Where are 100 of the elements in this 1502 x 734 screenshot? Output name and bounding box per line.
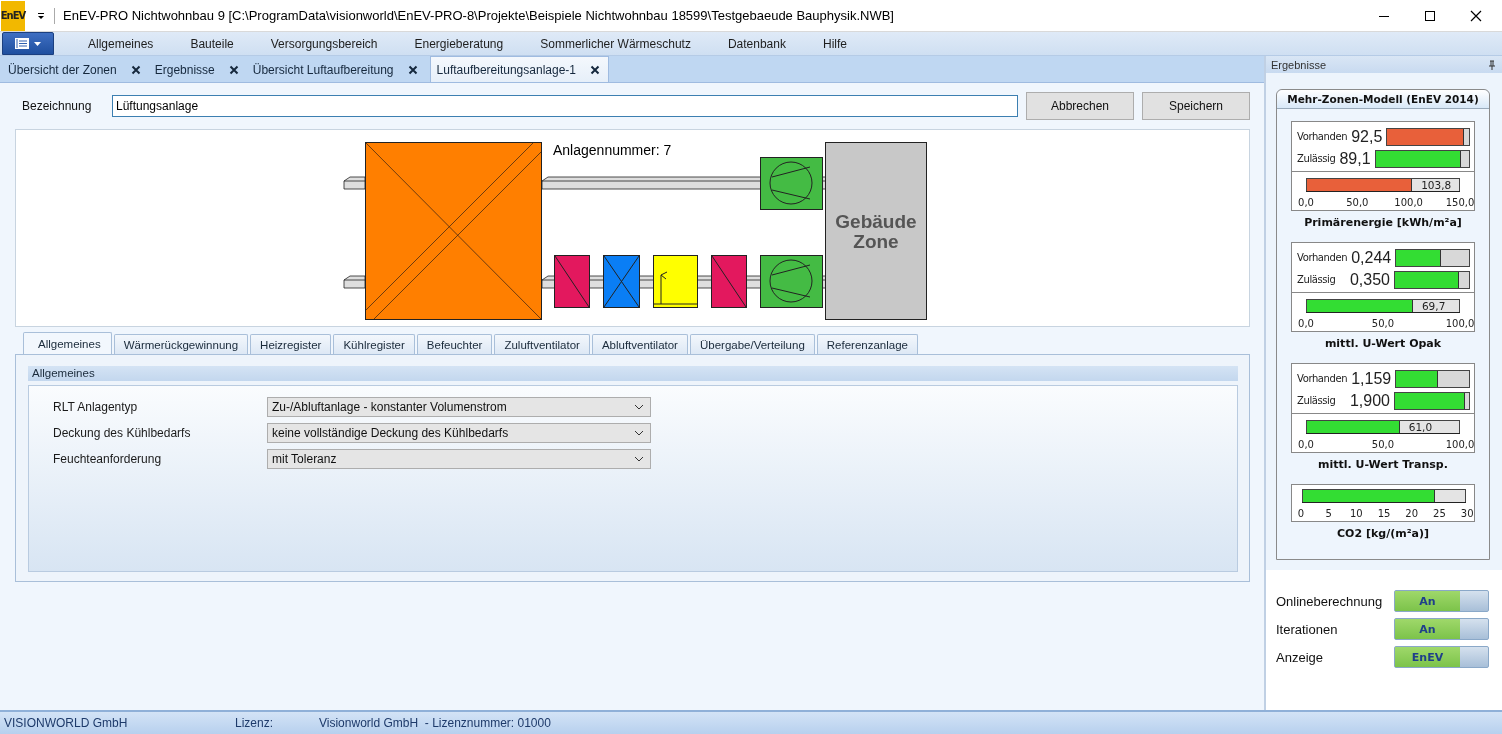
- pin-icon[interactable]: [1488, 59, 1496, 70]
- zone-label: Gebäude: [835, 211, 917, 232]
- tick-label: 50,0: [1345, 197, 1370, 208]
- detail-tab[interactable]: Abluftventilator: [591, 334, 688, 354]
- toggle-switch[interactable]: An: [1394, 590, 1489, 612]
- status-text: Visionworld GmbH - Lizenznummer: 01000: [319, 716, 551, 730]
- tick-label: 30: [1459, 508, 1475, 519]
- tick-label: 0,0: [1297, 197, 1315, 208]
- status-text: Lizenz:: [235, 716, 275, 730]
- close-icon[interactable]: [1470, 9, 1482, 22]
- dropdown-field[interactable]: keine vollständige Deckung des Kühlbedarfs: [267, 423, 651, 443]
- tick-label: 50,0: [1370, 318, 1396, 329]
- result-value: 0,244: [1350, 248, 1393, 267]
- row-label: Vorhanden: [1297, 252, 1348, 263]
- tick-label: 100,0: [1445, 439, 1475, 450]
- document-tab[interactable]: Luftaufbereitungsanlage-1: [429, 56, 609, 82]
- row-label: Zulässig: [1297, 395, 1336, 406]
- menu-item[interactable]: Allgemeines: [70, 32, 172, 55]
- maximize-icon[interactable]: [1424, 9, 1436, 22]
- detail-tab[interactable]: Kühlregister: [333, 334, 415, 354]
- detail-tab[interactable]: Allgemeines: [23, 332, 112, 354]
- row-label: Vorhanden: [1297, 373, 1348, 384]
- cooling-coil-drawing: [603, 255, 640, 308]
- fan-drawing: [760, 157, 823, 210]
- detail-tab[interactable]: Referenzanlage: [816, 334, 918, 354]
- gauge-reading: 69,7: [1420, 300, 1446, 312]
- document-tab[interactable]: Übersicht Luftaufbereitung: [246, 58, 426, 82]
- toggle-label: Anzeige: [1276, 649, 1323, 665]
- plant-number: Anlagennummer: 7: [553, 142, 672, 158]
- tick-label: 25: [1432, 508, 1447, 519]
- result-value: 89,1: [1338, 149, 1372, 168]
- result-value: 1,900: [1348, 391, 1391, 410]
- status-text: VISIONWORLD GmbH: [4, 716, 129, 730]
- tick-label: 15: [1376, 508, 1392, 519]
- row-label: Zulässig: [1297, 153, 1336, 164]
- chevron-down-icon: [634, 404, 644, 410]
- menu-item[interactable]: Sommerlicher Wärmeschutz: [522, 32, 709, 55]
- field-label: Bezeichnung: [22, 99, 93, 113]
- detail-tab[interactable]: Befeuchter: [416, 334, 493, 354]
- detail-tab[interactable]: Heizregister: [250, 334, 332, 354]
- dropdown-field[interactable]: mit Toleranz: [267, 449, 651, 469]
- save-button[interactable]: Speichern: [1142, 92, 1250, 120]
- tick-label: 100,0: [1445, 318, 1475, 329]
- heating-coil-drawing: [554, 255, 590, 308]
- detail-tab[interactable]: Übergabe/Verteilung: [689, 334, 815, 354]
- gauge-reading: 61,0: [1407, 421, 1433, 433]
- tab-label: Übersicht der Zonen: [8, 63, 117, 77]
- tick-label: 10: [1348, 508, 1364, 519]
- duct: [343, 176, 366, 190]
- menu-item[interactable]: Hilfe: [804, 32, 865, 55]
- group-title: Primärenergie [kWh/m²a]: [1303, 216, 1463, 229]
- tick-label: 100,0: [1393, 197, 1424, 208]
- tick-label: 0,0: [1297, 318, 1315, 329]
- tab-label: Übersicht Luftaufbereitung: [252, 63, 394, 77]
- row-label: Zulässig: [1297, 274, 1336, 285]
- detail-tab[interactable]: Wärmerückgewinnung: [113, 334, 249, 354]
- heating-coil-drawing: [711, 255, 747, 308]
- tick-label: 0: [1296, 508, 1306, 519]
- close-icon[interactable]: [407, 65, 418, 75]
- menu-item[interactable]: Bauteile: [172, 32, 252, 55]
- menu-item[interactable]: Energieberatung: [396, 32, 522, 55]
- fan-drawing: [760, 255, 823, 308]
- result-value: 1,159: [1350, 369, 1393, 388]
- menu-item[interactable]: Datenbank: [709, 32, 804, 55]
- result-value: 0,350: [1348, 270, 1391, 289]
- document-tab[interactable]: Ergebnisse: [148, 58, 247, 82]
- toggle-switch[interactable]: An: [1394, 618, 1489, 640]
- dropdown-icon[interactable]: [36, 10, 46, 21]
- list-icon: [15, 38, 29, 49]
- detail-tab[interactable]: Zuluftventilator: [494, 334, 590, 354]
- row-label: Vorhanden: [1297, 131, 1348, 142]
- toggle-switch[interactable]: EnEV: [1394, 646, 1489, 668]
- result-value: 92,5: [1350, 127, 1384, 146]
- panel-title: Ergebnisse: [1271, 58, 1327, 71]
- section-header: Allgemeines: [28, 366, 1238, 381]
- close-icon[interactable]: [590, 64, 600, 75]
- field-label: Feuchteanforderung: [53, 452, 163, 466]
- toggle-label: Onlineberechnung: [1276, 593, 1383, 609]
- chevron-down-icon: [634, 456, 644, 462]
- tick-label: 0,0: [1297, 439, 1315, 450]
- caret-icon: [34, 41, 41, 46]
- close-icon[interactable]: [228, 65, 239, 75]
- group-title: mittl. U-Wert Opak: [1323, 337, 1443, 350]
- tab-label: Luftaufbereitungsanlage-1: [436, 62, 576, 77]
- tick-label: 150,0: [1445, 197, 1475, 208]
- tick-label: 20: [1404, 508, 1420, 519]
- document-tab[interactable]: Übersicht der Zonen: [2, 58, 149, 82]
- cancel-button[interactable]: Abbrechen: [1026, 92, 1134, 120]
- humidifier-drawing: [653, 255, 698, 308]
- group-title: mittl. U-Wert Transp.: [1317, 458, 1449, 471]
- tab-label: Ergebnisse: [154, 63, 215, 77]
- name-field[interactable]: Lüftungsanlage: [112, 95, 1018, 117]
- window-title: EnEV-PRO Nichtwohnbau 9 [C:\ProgramData\visionworld\EnEV-PRO-8\Projekte\Beispiele Nichtwohnbau 18599\Testgebaeude Bauphysik.NWB]: [63, 8, 895, 23]
- tick-label: 50,0: [1370, 439, 1396, 450]
- dropdown-field[interactable]: Zu-/Abluftanlage - konstanter Volumenstrom: [267, 397, 651, 417]
- zone-label: Zone: [853, 231, 899, 252]
- close-icon[interactable]: [130, 65, 141, 75]
- menu-item[interactable]: Versorgungsbereich: [252, 32, 396, 55]
- app-menu-button[interactable]: [2, 32, 54, 55]
- toggle-label: Iterationen: [1276, 621, 1338, 637]
